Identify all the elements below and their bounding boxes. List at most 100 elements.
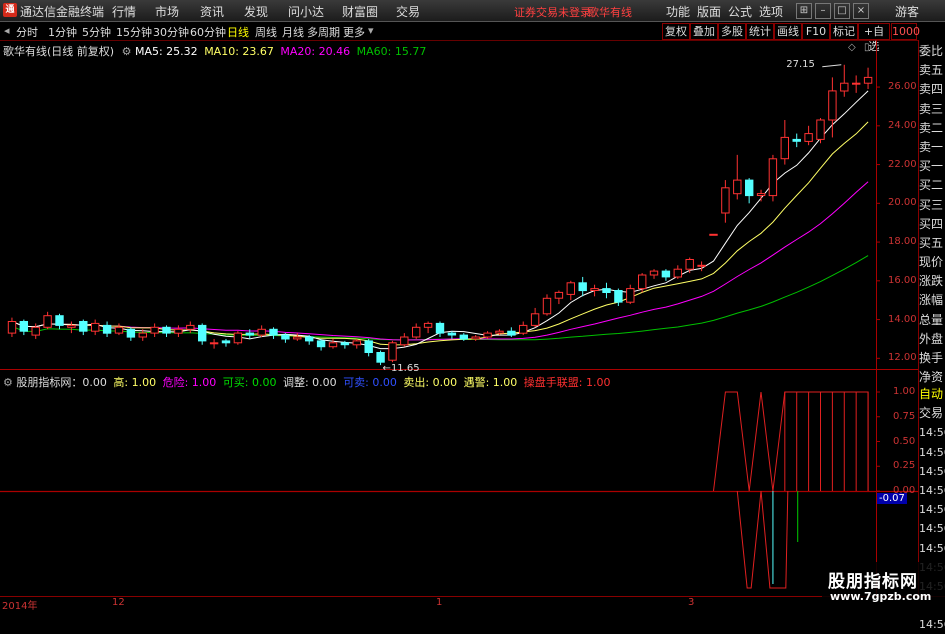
candle: [614, 288, 623, 306]
price-chart[interactable]: [0, 40, 918, 370]
candle-body: [816, 119, 825, 140]
more-arrow-icon[interactable]: ▾: [368, 24, 374, 37]
candle: [709, 233, 718, 236]
watermark: 股朋指标网 www.7gpzb.com: [822, 562, 945, 609]
period-weekly[interactable]: 周线: [255, 24, 277, 40]
trade-row-label[interactable]: 交易: [919, 404, 945, 423]
maximize-icon[interactable]: □: [834, 3, 850, 19]
period-60min[interactable]: 60分钟: [190, 24, 226, 40]
statistics-button[interactable]: 统计: [746, 23, 774, 40]
period-1min[interactable]: 1分钟: [48, 24, 77, 40]
candle: [209, 338, 219, 349]
overlay-button[interactable]: 叠加: [690, 23, 718, 40]
menu-market[interactable]: 市场: [155, 3, 179, 20]
trade-row-label[interactable]: 自动: [919, 385, 945, 404]
candle: [43, 311, 52, 330]
candle: [435, 321, 445, 337]
quote-row-label[interactable]: 买五: [919, 234, 945, 253]
menu-news[interactable]: 资讯: [200, 3, 224, 20]
multi-stock-button[interactable]: 多股: [718, 23, 746, 40]
period-30min[interactable]: 30分钟: [153, 24, 189, 40]
indicator-negative-spike: [760, 490, 789, 589]
candle-body: [614, 290, 623, 303]
candle: [673, 265, 682, 279]
period-5min[interactable]: 5分钟: [82, 24, 111, 40]
candle: [542, 294, 552, 316]
quote-row-label[interactable]: 涨幅: [919, 291, 945, 310]
period-timeshare[interactable]: 分时: [16, 24, 38, 40]
candle-body: [447, 332, 457, 336]
quote-row-label[interactable]: 买四: [919, 215, 945, 234]
candle: [804, 125, 813, 146]
high-pointer: [822, 64, 842, 68]
candle: [768, 154, 778, 202]
guest-label[interactable]: 游客: [895, 3, 919, 20]
candle-body: [186, 324, 195, 330]
candle: [721, 180, 730, 223]
minimize-icon[interactable]: –: [815, 3, 831, 19]
period-daily[interactable]: 日线: [227, 24, 249, 40]
ma20-line: [11, 181, 869, 341]
candle-body: [233, 332, 243, 344]
quote-row-label[interactable]: 卖二: [919, 119, 945, 138]
f10-button[interactable]: F10: [802, 23, 830, 40]
collapse-icon[interactable]: ◂: [4, 24, 10, 37]
price-tick-label: 22.00: [888, 158, 917, 170]
quote-row-label[interactable]: 外盘: [919, 330, 945, 349]
menu-quotes[interactable]: 行情: [112, 3, 136, 20]
date-axis: 2014年 12 1 3: [0, 596, 945, 612]
quote-row-label[interactable]: 卖五: [919, 61, 945, 80]
quote-row-label[interactable]: 总量: [919, 311, 945, 330]
indicator-line: [713, 391, 869, 492]
date-label-2014: 2014年: [2, 601, 38, 612]
period-15min[interactable]: 15分钟: [116, 24, 152, 40]
indicator-chart[interactable]: [0, 370, 918, 596]
candle: [316, 338, 326, 351]
candle: [102, 321, 112, 337]
indicator-negative-spike: [736, 490, 762, 589]
candle-body: [150, 326, 159, 334]
period-multi[interactable]: 多周期: [307, 24, 340, 40]
adjust-button[interactable]: 复权: [662, 23, 690, 40]
mark-button[interactable]: 标记: [830, 23, 858, 40]
quote-row-label[interactable]: 换手: [919, 349, 945, 368]
menu-trade[interactable]: 交易: [396, 3, 420, 20]
menu-options[interactable]: 选项: [759, 3, 783, 20]
candle-body: [780, 136, 789, 160]
candle: [233, 331, 243, 345]
drawing-button[interactable]: 画线: [774, 23, 802, 40]
menu-assistant[interactable]: 问小达: [288, 3, 324, 20]
window-menu-icon[interactable]: ⊞: [796, 3, 812, 19]
menu-bar: 通 通达信金融终端 行情 市场 资讯 发现 问小达 财富圈 交易 证券交易未登录…: [0, 0, 945, 22]
quote-row-label[interactable]: 买二: [919, 176, 945, 195]
menu-formula[interactable]: 公式: [728, 3, 752, 20]
quote-row-label[interactable]: 卖四: [919, 80, 945, 99]
quote-row-label[interactable]: 买三: [919, 196, 945, 215]
menu-wealth[interactable]: 财富圈: [342, 3, 378, 20]
menu-layout[interactable]: 版面: [697, 3, 721, 20]
candle-body: [91, 322, 100, 332]
quote-row-label[interactable]: 现价: [919, 253, 945, 272]
candle-body: [804, 133, 813, 142]
quote-row-label[interactable]: 委比: [919, 42, 945, 61]
quote-row-label[interactable]: 卖一: [919, 138, 945, 157]
period-more[interactable]: 更多: [343, 24, 365, 40]
quote-row-label[interactable]: 涨跌: [919, 272, 945, 291]
candle: [745, 178, 754, 204]
candle: [257, 325, 266, 337]
period-monthly[interactable]: 月线: [282, 24, 304, 40]
login-warning[interactable]: 证券交易未登录: [514, 4, 591, 20]
candle-body: [697, 264, 706, 267]
price-tick-label: 24.00: [888, 119, 917, 131]
quote-row-label[interactable]: 买一: [919, 157, 945, 176]
candle: [55, 313, 64, 330]
time-label: 14:56: [919, 483, 945, 497]
quote-row-label[interactable]: 卖三: [919, 100, 945, 119]
menu-function[interactable]: 功能: [666, 3, 690, 20]
indicator-tick-label: 0.25: [893, 460, 916, 472]
shortcut-icon[interactable]: 1000: [891, 23, 920, 40]
candle: [174, 325, 183, 337]
add-watchlist-button[interactable]: +自选: [858, 23, 890, 53]
close-icon[interactable]: ×: [853, 3, 869, 19]
menu-discover[interactable]: 发现: [244, 3, 268, 20]
